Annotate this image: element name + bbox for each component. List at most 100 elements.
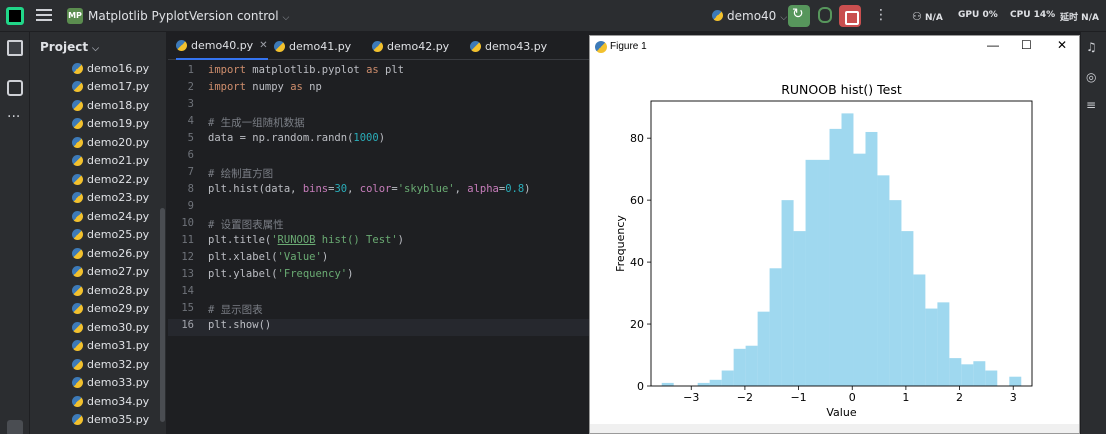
python-file-icon (72, 81, 83, 92)
tab-label: demo43.py (485, 39, 548, 53)
run-config-selector[interactable]: demo40 ⌵ (712, 9, 787, 23)
project-selector[interactable]: Matplotlib Pyplot ⌵ (88, 9, 200, 23)
line-number: 6 (187, 149, 194, 161)
chart-title: RUNOOB hist() Test (781, 82, 902, 97)
histogram-bar (925, 308, 938, 386)
histogram-bar (913, 274, 926, 386)
figure-title-bar[interactable]: Figure 1 — ☐ ✕ (590, 36, 1079, 58)
notifications-icon[interactable]: ♫ (1086, 40, 1100, 54)
code-line[interactable]: 4 # 生成一组随机数据 (168, 115, 589, 132)
file-item[interactable]: demo23.py (72, 189, 149, 207)
maximize-button[interactable]: ☐ (1021, 38, 1032, 52)
code-line[interactable]: 15 # 显示图表 (168, 302, 589, 319)
vcs-selector[interactable]: Version control ⌵ (189, 9, 289, 23)
code-line[interactable]: 2 import numpy as np (168, 81, 589, 98)
file-name: demo17.py (87, 80, 150, 93)
stop-button[interactable] (839, 5, 861, 27)
pycharm-logo-icon[interactable] (6, 7, 24, 25)
file-item[interactable]: demo35.py (72, 411, 149, 429)
code-line[interactable]: 9 (168, 200, 589, 217)
code-line[interactable]: 11 plt.title('RUNOOB hist() Test') (168, 234, 589, 251)
file-item[interactable]: demo30.py (72, 318, 149, 336)
python-file-icon (72, 99, 83, 111)
title-bar: MP Matplotlib Pyplot ⌵ Version control ⌵ d… (0, 0, 1106, 32)
y-tick-label: 60 (630, 194, 644, 207)
tab-label: demo42.py (387, 39, 450, 53)
file-item[interactable]: demo24.py (72, 207, 149, 225)
code-token: import (208, 81, 253, 93)
file-item[interactable]: demo20.py (72, 133, 149, 151)
y-tick-label: 0 (637, 380, 644, 393)
code-token: # 显示图表 (208, 304, 263, 316)
file-item[interactable]: demo29.py (72, 300, 149, 318)
python-file-icon (274, 40, 285, 52)
code-line[interactable]: 8 plt.hist(data, bins=30, color='skyblue'… (168, 183, 589, 200)
code-line[interactable]: 10 # 设置图表属性 (168, 217, 589, 234)
file-name: demo31.py (87, 339, 150, 352)
histogram-bar (793, 231, 806, 386)
editor-tab[interactable]: demo40.py ✕ (176, 32, 268, 60)
code-line[interactable]: 6 (168, 149, 589, 166)
line-number: 4 (187, 115, 194, 127)
more-tools-icon[interactable]: ··· (7, 110, 23, 128)
close-button[interactable]: ✕ (1057, 38, 1067, 52)
code-token: 0.8 (505, 183, 525, 195)
code-token: 30 (334, 183, 348, 195)
code-editor[interactable]: demo40.py ✕ demo41.py demo42.py demo43.py 1 i… (168, 32, 589, 434)
cpu-stat: CPU 14% (1010, 10, 1055, 20)
rerun-button[interactable] (788, 5, 810, 27)
project-panel-header[interactable]: Project ⌵ (40, 40, 99, 54)
file-name: demo32.py (87, 357, 150, 371)
file-item[interactable]: demo27.py (72, 263, 149, 281)
close-tab-icon[interactable]: ✕ (259, 40, 267, 51)
python-file-icon (72, 62, 83, 74)
ai-assistant-icon[interactable]: ◎ (1086, 70, 1100, 84)
file-item[interactable]: demo32.py (72, 355, 149, 373)
histogram-bar (745, 345, 758, 386)
python-packages-icon[interactable] (7, 420, 23, 434)
editor-tab[interactable]: demo43.py (470, 32, 547, 60)
code-line[interactable]: 5 data = np.random.randn(1000) (168, 132, 589, 149)
file-item[interactable]: demo25.py (72, 226, 149, 244)
code-line[interactable]: 12 plt.xlabel('Value') (168, 251, 589, 268)
file-name: demo21.py (87, 154, 150, 167)
file-item[interactable]: demo33.py (72, 374, 149, 392)
file-item[interactable]: demo28.py (72, 281, 149, 299)
code-token: plt.show() (208, 319, 272, 331)
main-menu-icon[interactable] (36, 9, 52, 23)
structure-icon[interactable] (7, 80, 23, 96)
project-folder-icon[interactable] (7, 40, 23, 56)
line-number: 12 (181, 251, 194, 263)
minimize-button[interactable]: — (987, 38, 999, 52)
more-actions-icon[interactable]: ⋮ (874, 7, 888, 23)
editor-tab[interactable]: demo41.py (274, 32, 351, 60)
file-item[interactable]: demo34.py (72, 392, 149, 410)
code-line[interactable]: 14 (168, 285, 589, 302)
python-file-icon (72, 340, 83, 351)
code-token: ) (347, 268, 354, 280)
code-line[interactable]: 7 # 绘制直方图 (168, 166, 589, 183)
code-line[interactable]: 16 plt.show() (168, 319, 589, 336)
file-item[interactable]: demo17.py (72, 78, 149, 96)
file-name: demo30.py (87, 320, 150, 334)
database-icon[interactable]: ≡ (1086, 98, 1100, 112)
debug-icon[interactable] (818, 7, 832, 23)
code-line[interactable]: 1 import matplotlib.pyplot as plt (168, 64, 589, 81)
file-item[interactable]: demo21.py (72, 152, 149, 170)
x-tick-label: 2 (956, 391, 963, 404)
file-item[interactable]: demo31.py (72, 337, 149, 355)
python-file-icon (72, 210, 83, 222)
file-item[interactable]: demo18.py (72, 96, 149, 114)
line-number: 7 (187, 166, 194, 178)
file-item[interactable]: demo19.py (72, 115, 149, 133)
histogram-bar (1009, 376, 1022, 386)
file-item[interactable]: demo26.py (72, 244, 149, 262)
editor-tab[interactable]: demo42.py (372, 32, 449, 60)
line-number: 2 (187, 81, 194, 93)
file-name: demo29.py (87, 302, 150, 315)
code-line[interactable]: 3 (168, 98, 589, 115)
file-item[interactable]: demo16.py (72, 59, 149, 77)
project-scrollbar[interactable] (160, 208, 165, 422)
code-line[interactable]: 13 plt.ylabel('Frequency') (168, 268, 589, 285)
file-item[interactable]: demo22.py (72, 170, 149, 188)
